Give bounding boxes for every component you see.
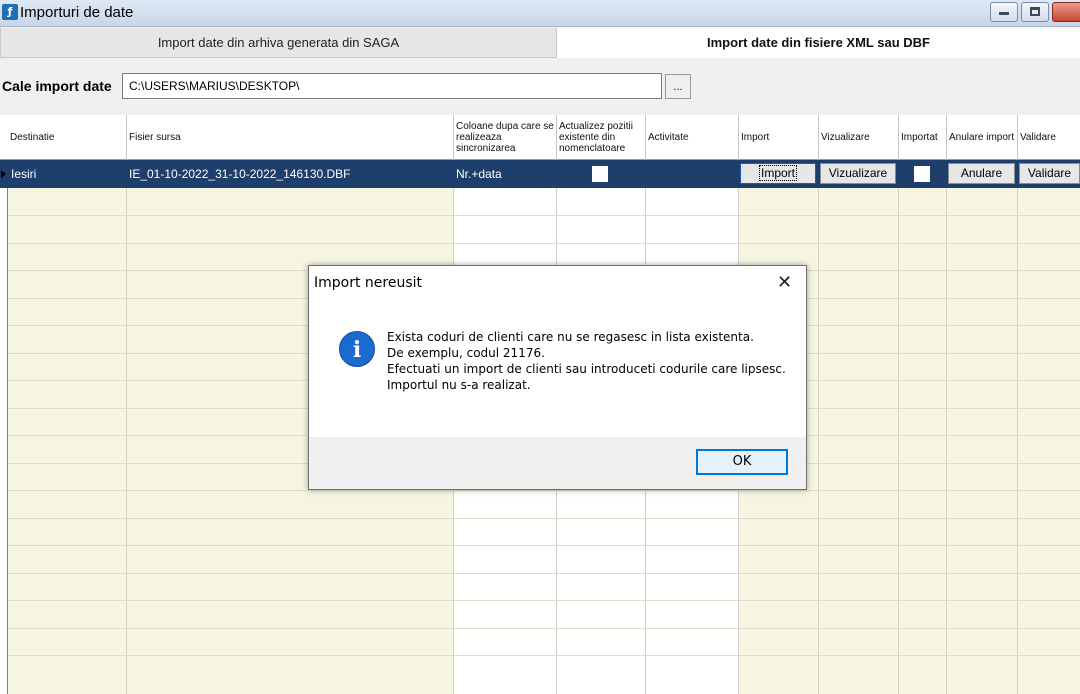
minimize-button[interactable] xyxy=(990,2,1018,22)
row-pointer-icon xyxy=(1,170,6,178)
header-import: Import xyxy=(738,115,818,160)
header-validare: Validare xyxy=(1017,115,1080,160)
cell-fisier-sursa: IE_01-10-2022_31-10-2022_146130.DBF xyxy=(129,167,351,181)
close-icon[interactable]: ✕ xyxy=(777,272,792,293)
browse-button[interactable]: ... xyxy=(665,74,691,99)
cell-coloane[interactable]: Nr.+data xyxy=(456,167,502,181)
header-destinatie: Destinatie xyxy=(10,132,55,143)
actualizez-checkbox[interactable] xyxy=(592,166,608,182)
importat-checkbox[interactable] xyxy=(914,166,930,182)
dialog-title: Import nereusit xyxy=(314,275,423,291)
row-indicator-column xyxy=(0,188,8,694)
grid-line xyxy=(818,160,819,694)
header-importat: Importat xyxy=(898,115,946,160)
tab-import-xml-dbf[interactable]: Import date din fisiere XML sau DBF xyxy=(557,28,1080,58)
tab-import-saga[interactable]: Import date din arhiva generata din SAGA xyxy=(0,28,557,58)
grid-line xyxy=(8,628,1080,629)
header-actualizez: Actualizez pozitii existente din nomencl… xyxy=(556,115,645,160)
header-fisier-sursa: Fisier sursa xyxy=(126,115,453,160)
header-anulare-import: Anulare import xyxy=(946,115,1017,160)
cell-destinatie: Iesiri xyxy=(11,167,37,181)
header-coloane: Coloane dupa care se realizeaza sincroni… xyxy=(453,115,556,160)
error-dialog: Import nereusit ✕ i Exista coduri de cli… xyxy=(308,265,807,490)
grid-line xyxy=(8,655,1080,656)
validare-button[interactable]: Validare xyxy=(1019,163,1080,184)
grid-line xyxy=(946,160,947,694)
header-vizualizare: Vizualizare xyxy=(818,115,898,160)
ok-button[interactable]: OK xyxy=(696,449,788,475)
dialog-message: Exista coduri de clienti care nu se rega… xyxy=(387,329,787,393)
app-icon: ƒ xyxy=(2,4,18,20)
message-line: Exista coduri de clienti care nu se rega… xyxy=(387,330,754,344)
grid-line xyxy=(8,573,1080,574)
header-activitate: Activitate xyxy=(645,115,738,160)
maximize-icon xyxy=(1030,7,1040,16)
maximize-button[interactable] xyxy=(1021,2,1049,22)
close-window-button[interactable] xyxy=(1052,2,1080,22)
minimize-icon xyxy=(999,12,1009,15)
window-title: Importuri de date xyxy=(20,4,134,21)
message-line: Importul nu s-a realizat. xyxy=(387,378,531,392)
grid-line xyxy=(898,160,899,694)
message-line: De exemplu, codul 21176. xyxy=(387,346,545,360)
grid-header: Destinatie Fisier sursa Coloane dupa car… xyxy=(0,115,1080,160)
grid-line xyxy=(8,490,1080,491)
grid-line xyxy=(8,215,1080,216)
path-label: Cale import date xyxy=(2,78,112,94)
title-bar: ƒ Importuri de date xyxy=(0,0,1080,27)
table-row[interactable]: Iesiri IE_01-10-2022_31-10-2022_146130.D… xyxy=(0,160,1080,188)
path-input[interactable]: C:\USERS\MARIUS\DESKTOP\ xyxy=(122,73,662,99)
anulare-button[interactable]: Anulare xyxy=(948,163,1015,184)
import-button-label: Import xyxy=(758,165,798,181)
grid-line xyxy=(126,160,127,694)
import-button[interactable]: Import xyxy=(740,163,816,184)
vizualizare-button[interactable]: Vizualizare xyxy=(820,163,896,184)
grid-line xyxy=(8,243,1080,244)
grid-line xyxy=(8,600,1080,601)
grid-line xyxy=(8,518,1080,519)
message-line: Efectuati un import de clienti sau intro… xyxy=(387,362,786,376)
grid-line xyxy=(8,545,1080,546)
grid-line xyxy=(1017,160,1018,694)
dialog-footer: OK xyxy=(309,437,806,489)
info-icon: i xyxy=(339,331,375,367)
